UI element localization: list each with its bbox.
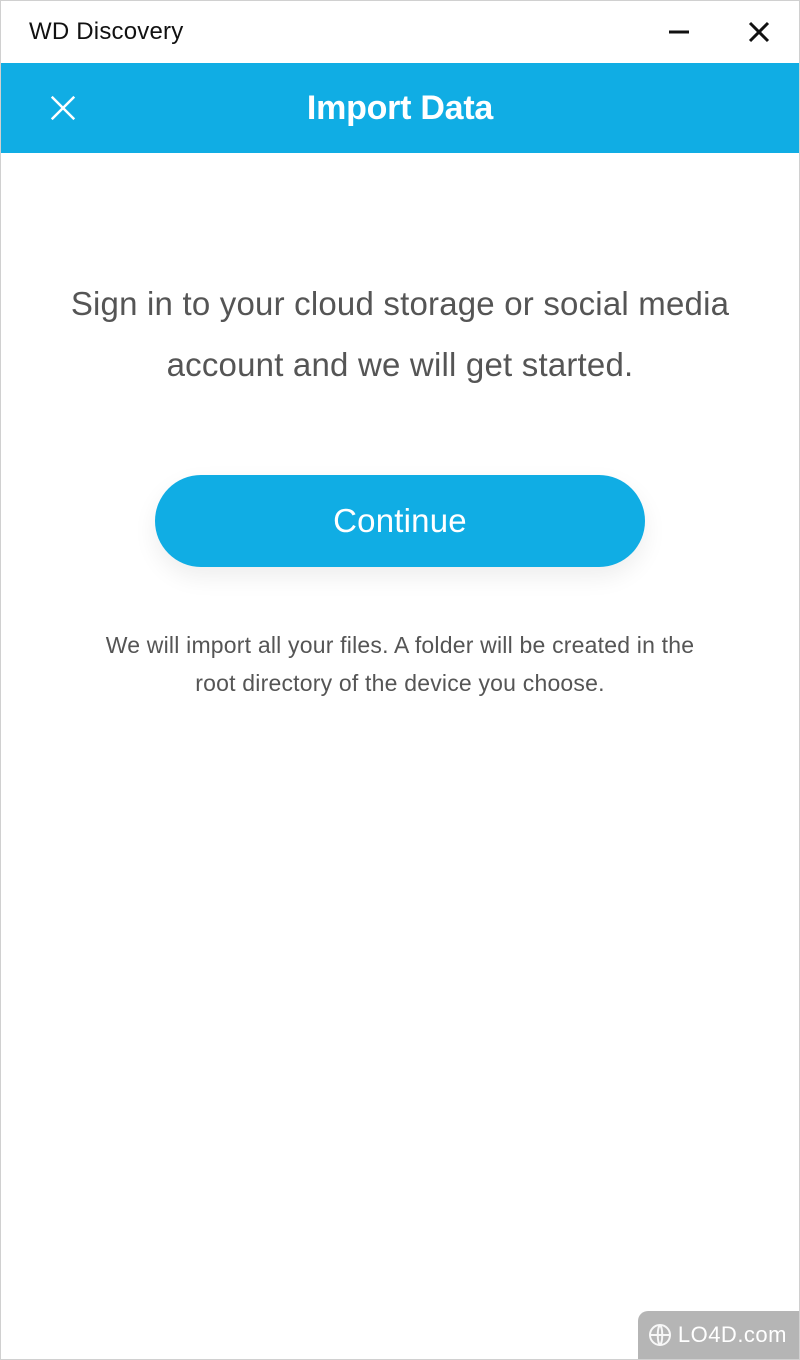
sub-text: We will import all your files. A folder … xyxy=(61,627,739,703)
watermark-text: LO4D.com xyxy=(678,1322,787,1348)
titlebar: WD Discovery xyxy=(1,1,799,63)
header-close-button[interactable] xyxy=(43,88,83,128)
header-bar: Import Data xyxy=(1,63,799,153)
lead-text: Sign in to your cloud storage or social … xyxy=(61,273,739,395)
window-frame: WD Discovery Import Data Sign in to your… xyxy=(0,0,800,1360)
app-title: WD Discovery xyxy=(29,18,183,46)
close-icon xyxy=(48,93,78,123)
continue-button-label: Continue xyxy=(333,502,467,540)
globe-icon xyxy=(648,1323,672,1347)
close-icon xyxy=(747,20,771,44)
window-controls xyxy=(663,16,775,48)
continue-button[interactable]: Continue xyxy=(155,475,645,567)
close-window-button[interactable] xyxy=(743,16,775,48)
main-content: Sign in to your cloud storage or social … xyxy=(1,153,799,1359)
minimize-button[interactable] xyxy=(663,16,695,48)
page-title: Import Data xyxy=(307,89,493,128)
watermark: LO4D.com xyxy=(638,1311,799,1359)
minimize-icon xyxy=(667,20,691,44)
